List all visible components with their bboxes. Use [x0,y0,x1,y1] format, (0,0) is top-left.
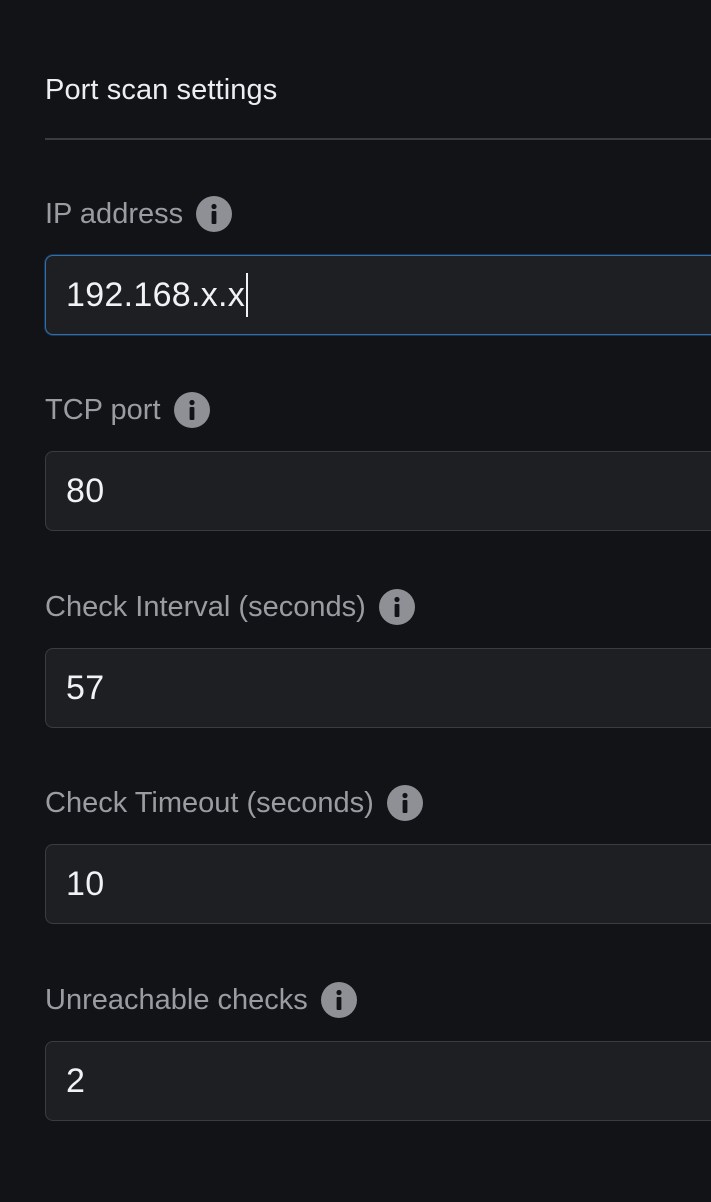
section-divider [45,138,711,140]
field-unreachable-checks: Unreachable checks 2 [45,980,711,1121]
check-timeout-input[interactable]: 10 [45,844,711,924]
unreachable-checks-value: 2 [66,1061,86,1100]
info-icon[interactable] [196,196,233,232]
unreachable-checks-label: Unreachable checks [45,984,308,1016]
section-title: Port scan settings [45,74,278,106]
ip-address-label: IP address [45,198,184,230]
info-icon[interactable] [320,982,357,1018]
info-icon[interactable] [378,589,415,625]
info-icon[interactable] [173,392,210,428]
check-timeout-label: Check Timeout (seconds) [45,787,374,819]
ip-address-input[interactable]: 192.168.x.x [45,255,711,335]
field-check-timeout: Check Timeout (seconds) 10 [45,783,711,924]
check-timeout-value: 10 [66,864,105,903]
field-ip-address: IP address 192.168.x.x [45,194,711,335]
field-check-interval: Check Interval (seconds) 57 [45,587,711,728]
ip-address-value: 192.168.x.x [66,275,246,314]
field-tcp-port: TCP port 80 [45,390,711,531]
tcp-port-label: TCP port [45,394,161,426]
check-interval-input[interactable]: 57 [45,648,711,728]
check-interval-label: Check Interval (seconds) [45,591,366,623]
tcp-port-input[interactable]: 80 [45,451,711,531]
check-interval-value: 57 [66,668,105,707]
info-icon[interactable] [386,785,423,821]
tcp-port-value: 80 [66,471,105,510]
unreachable-checks-input[interactable]: 2 [45,1041,711,1121]
text-caret [246,273,249,317]
